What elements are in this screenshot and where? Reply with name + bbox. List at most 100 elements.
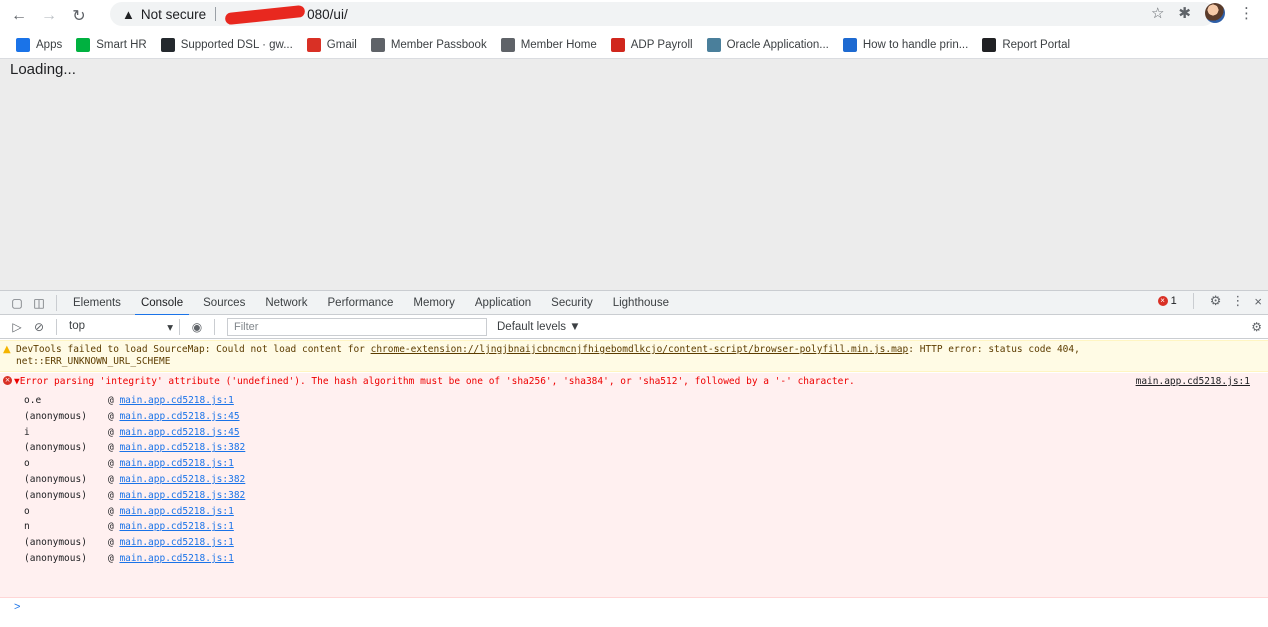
error-source-link[interactable]: main.app.cd5218.js:1 [1136,376,1250,387]
console-settings-gear-icon[interactable]: ⚙ [1251,320,1262,334]
devtools-right-controls: × 1 ⚙ ⋮ × [1157,293,1262,309]
frame-location-link[interactable]: main.app.cd5218.js:1 [119,395,233,406]
menu-kebab-icon[interactable]: ⋮ [1239,4,1254,22]
tab-performance[interactable]: Performance [318,291,404,315]
tab-sources[interactable]: Sources [193,291,255,315]
frame-location-link[interactable]: main.app.cd5218.js:45 [119,427,239,438]
adp-icon [610,37,625,52]
redacted-mark [224,4,306,26]
frame-location-link[interactable]: main.app.cd5218.js:382 [119,442,245,453]
back-arrow-icon[interactable]: ← [8,5,30,27]
frame-location-link[interactable]: main.app.cd5218.js:382 [119,474,245,485]
stack-frame: (anonymous) @ main.app.cd5218.js:382 [24,440,245,456]
sage-icon [76,37,91,52]
url-visible-part: 080/ui/ [307,6,348,22]
tab-memory[interactable]: Memory [403,291,465,315]
forward-arrow-icon[interactable]: → [38,5,60,27]
dropdown-arrow-icon: ▾ [167,321,173,334]
frame-location-link[interactable]: main.app.cd5218.js:45 [119,411,239,422]
frame-location-link[interactable]: main.app.cd5218.js:1 [119,521,233,532]
bookmark-item[interactable]: Report Portal [982,37,1071,52]
frame-location-link[interactable]: main.app.cd5218.js:1 [119,553,233,564]
security-label[interactable]: Not secure [141,7,206,22]
tab-security[interactable]: Security [541,291,603,315]
address-bar[interactable]: ▲ Not secure 080/ui/ [110,2,1215,26]
stack-frame: o.e @ main.app.cd5218.js:1 [24,393,245,409]
frame-location-link[interactable]: main.app.cd5218.js:1 [119,537,233,548]
gmail-icon [306,37,321,52]
device-toolbar-icon[interactable]: ◫ [28,296,50,310]
stack-frame: o @ main.app.cd5218.js:1 [24,456,245,472]
filter-input[interactable]: Filter [227,317,487,336]
bookmark-label: Member Home [520,38,597,51]
frame-location-link[interactable]: main.app.cd5218.js:1 [119,506,233,517]
warning-link[interactable]: chrome-extension://ljngjbnaijcbncmcnjfhi… [371,344,909,355]
report-portal-icon [982,37,997,52]
warning-icon: ▲ [3,344,11,355]
context-select[interactable]: top ▾ [63,320,173,334]
stack-frame: n @ main.app.cd5218.js:1 [24,519,245,535]
console-toolbar: ▷ ⊘ top ▾ ◉ Filter Default levels ▼ ⚙ [0,315,1268,339]
devtools-tabs: Elements Console Sources Network Performance… [63,291,679,316]
bookmark-item[interactable]: Gmail [306,37,357,52]
clear-console-icon[interactable]: ⊘ [28,320,50,334]
frame-function: o.e [24,395,42,406]
default-levels-select[interactable]: Default levels ▼ [497,321,581,333]
extensions-puzzle-icon[interactable]: ✱ [1178,4,1191,22]
tab-application[interactable]: Application [465,291,541,315]
frame-at: @ [108,521,120,533]
bookmark-item[interactable]: Supported DSL · gw... [160,37,293,52]
frame-at: @ [108,426,120,438]
reload-icon[interactable]: ↻ [68,5,90,27]
bookmark-item[interactable]: How to handle prin... [842,37,969,52]
bookmark-item[interactable]: Smart HR [76,37,147,52]
frame-at: @ [108,552,120,564]
console-warning: ▲ DevTools failed to load SourceMap: Cou… [0,340,1268,372]
profile-avatar[interactable] [1205,3,1225,23]
bookmarks-bar: Apps Smart HR Supported DSL · gw... Gmail Me… [0,31,1268,59]
more-kebab-icon[interactable]: ⋮ [1231,293,1244,309]
tab-lighthouse[interactable]: Lighthouse [603,291,679,315]
bookmark-item[interactable]: Member Passbook [370,37,487,52]
frame-at: @ [108,489,120,501]
bookmark-item[interactable]: Oracle Application... [706,37,829,52]
frame-function: (anonymous) [24,410,87,422]
bookmark-label: Report Portal [1002,38,1071,51]
error-count-badge[interactable]: × 1 [1157,295,1177,307]
bookmark-item[interactable]: Member Home [500,37,597,52]
globe-icon [370,37,385,52]
gear-icon[interactable]: ⚙ [1210,293,1222,309]
star-bookmark-icon[interactable]: ☆ [1151,4,1164,22]
console-error: × ▼Error parsing 'integrity' attribute (… [0,373,1268,598]
frame-function: (anonymous) [24,552,87,564]
tab-network[interactable]: Network [255,291,317,315]
frame-location-link[interactable]: main.app.cd5218.js:1 [119,458,233,469]
apps-grid-icon [16,37,30,52]
stack-frame: (anonymous) @ main.app.cd5218.js:382 [24,472,245,488]
frame-at: @ [108,458,120,470]
context-value: top [69,319,85,332]
warning-suffix: : HTTP error: status code 404, [908,344,1080,355]
nt-icon [842,37,857,52]
inspect-element-icon[interactable]: ▢ [6,296,28,310]
frame-location-link[interactable]: main.app.cd5218.js:382 [119,490,245,501]
bookmark-label: Apps [36,38,63,51]
bookmark-label: How to handle prin... [862,38,969,51]
tab-elements[interactable]: Elements [63,291,131,315]
tab-console[interactable]: Console [131,291,193,316]
bookmark-item[interactable]: ADP Payroll [610,37,693,52]
bookmark-label: Oracle Application... [726,38,829,51]
browser-toolbar: ← → ↻ ▲ Not secure 080/ui/ ☆ ✱ ⋮ [0,0,1268,31]
error-message[interactable]: ▼Error parsing 'integrity' attribute ('u… [14,376,855,387]
bookmark-label: Gmail [326,38,357,51]
frame-at: @ [108,505,120,517]
bookmark-label: Member Passbook [390,38,487,51]
bookmark-item[interactable]: Apps [16,37,63,52]
close-icon[interactable]: × [1254,294,1262,309]
url-text[interactable]: 080/ui/ [224,4,348,26]
console-prompt[interactable]: > [14,601,20,613]
warning-line-2: net::ERR_UNKNOWN_URL_SCHEME [16,356,171,367]
eye-live-expression-icon[interactable]: ◉ [186,320,208,334]
oracle-icon [706,37,721,52]
sidebar-toggle-icon[interactable]: ▷ [6,320,28,334]
